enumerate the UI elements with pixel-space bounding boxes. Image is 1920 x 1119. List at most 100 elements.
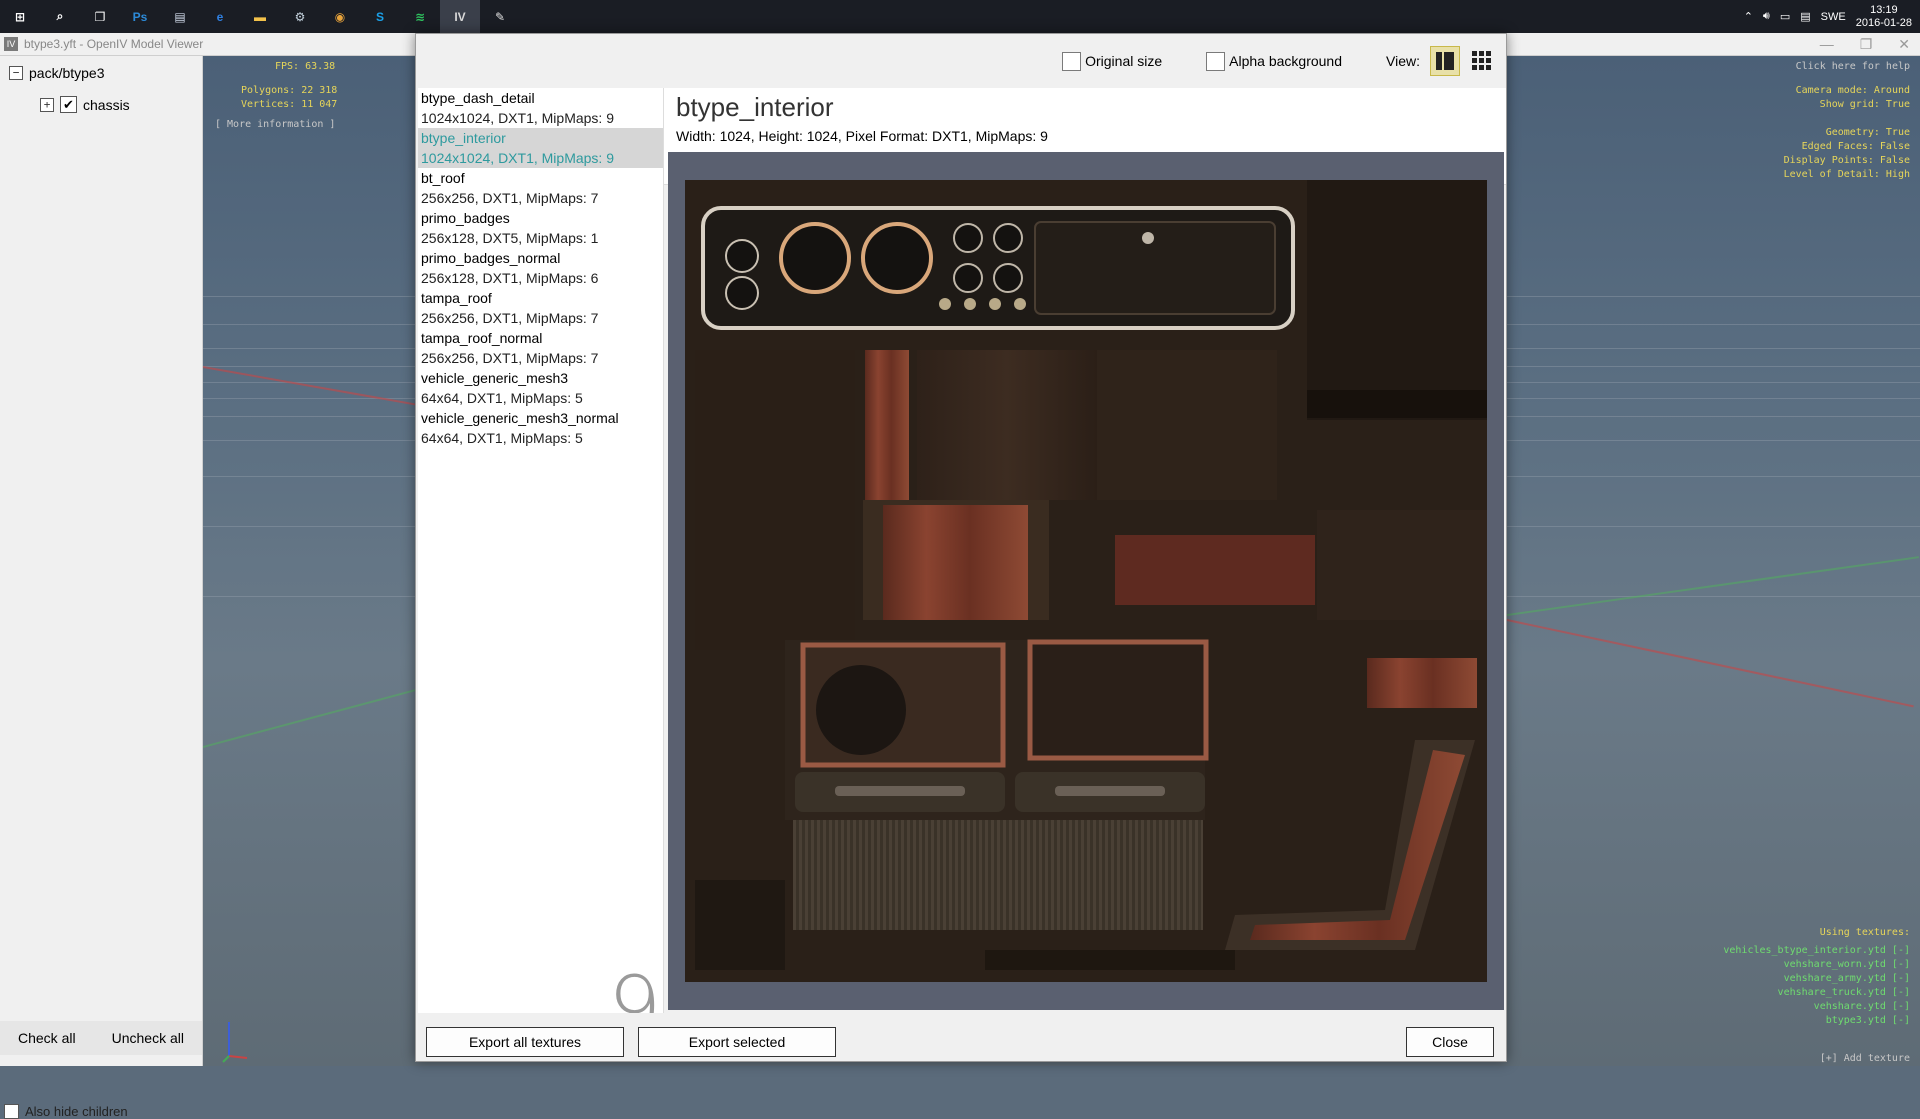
texture-list-item[interactable]: tampa_roof 256x256, DXT1, MipMaps: 7 xyxy=(418,288,663,328)
view-single-button[interactable] xyxy=(1430,46,1460,76)
close-button[interactable]: Close xyxy=(1406,1027,1494,1057)
texture-details: Width: 1024, Height: 1024, Pixel Format:… xyxy=(676,128,1048,144)
alpha-background-label: Alpha background xyxy=(1229,53,1343,69)
polygons-readout: Polygons: 22 318 xyxy=(241,85,338,96)
checkmark-icon: ✔ xyxy=(63,96,74,112)
tree-root[interactable]: − pack/btype3 xyxy=(9,65,105,81)
taskbar: ⊞ ⌕ ❐ Ps ▤ e ▬ ⚙ ◉ S ≋ IV ✎ ⌃ 🔊︎ ▭ ▤ SWE 13:19 2016-… xyxy=(0,0,1920,33)
texture-list: btype_dash_detail 1024x1024, DXT1, MipMap… xyxy=(418,88,664,1013)
tree-item-chassis[interactable]: + ✔ chassis xyxy=(40,96,130,113)
texture-dictionary-item[interactable]: vehshare_truck.ytd [-] xyxy=(1723,986,1910,1000)
vertices-readout: Vertices: 11 047 xyxy=(241,99,338,110)
language-indicator[interactable]: SWE xyxy=(1821,11,1846,23)
texture-preview-area xyxy=(668,152,1504,1010)
texture-dictionary-list: vehicles_btype_interior.ytd [-] vehshare_… xyxy=(1723,944,1910,1028)
texture-dictionary-item[interactable]: btype3.ytd [-] xyxy=(1723,1014,1910,1028)
expand-icon[interactable]: + xyxy=(40,97,54,112)
texture-list-item[interactable]: tampa_roof_normal 256x256, DXT1, MipMaps:… xyxy=(418,328,663,368)
texture-preview-image xyxy=(685,180,1487,982)
dialog-toolbar: Original size Alpha background View: xyxy=(416,34,1506,88)
taskbar-app-0[interactable]: ⊞ xyxy=(0,0,40,33)
restore-icon[interactable]: ❐ xyxy=(1860,36,1873,53)
texture-list-item[interactable]: vehicle_generic_mesh3 64x64, DXT1, MipMap… xyxy=(418,368,663,408)
taskbar-app-1[interactable]: ⌕ xyxy=(40,0,80,33)
export-all-textures-button[interactable]: Export all textures xyxy=(426,1027,624,1057)
taskbar-app-7[interactable]: ⚙ xyxy=(280,0,320,33)
texture-dictionary-item[interactable]: vehicles_btype_interior.ytd [-] xyxy=(1723,944,1910,958)
texture-list-item[interactable]: primo_badges 256x128, DXT5, MipMaps: 1 xyxy=(418,208,663,248)
close-icon[interactable]: ✕ xyxy=(1898,36,1910,53)
texture-name: primo_badges xyxy=(421,210,510,226)
original-size-checkbox[interactable] xyxy=(1062,51,1082,71)
texture-dictionary-item[interactable]: vehshare_worn.ytd [-] xyxy=(1723,958,1910,972)
taskbar-app-12[interactable]: ✎ xyxy=(480,0,520,33)
texture-dictionary-item[interactable]: vehshare_army.ytd [-] xyxy=(1723,972,1910,986)
hide-children-option[interactable]: Also hide children xyxy=(4,1104,128,1119)
add-texture-link[interactable]: [+] Add texture xyxy=(1820,1052,1910,1066)
tree-item-label: chassis xyxy=(83,96,130,113)
collapse-icon[interactable]: − xyxy=(9,66,23,80)
texture-info: 256x128, DXT1, MipMaps: 6 xyxy=(421,270,599,286)
texture-name: primo_badges_normal xyxy=(421,250,561,266)
steam-icon: ⚙ xyxy=(294,9,306,24)
taskbar-app-9[interactable]: S xyxy=(360,0,400,33)
clock-date: 2016-01-28 xyxy=(1855,16,1912,29)
taskbar-apps: ⊞ ⌕ ❐ Ps ▤ e ▬ ⚙ ◉ S ≋ IV ✎ xyxy=(0,0,520,33)
taskbar-app-3[interactable]: Ps xyxy=(120,0,160,33)
volume-icon[interactable]: 🔊︎ xyxy=(1763,10,1770,23)
help-link[interactable]: Click here for help xyxy=(1796,60,1910,74)
texture-name: vehicle_generic_mesh3 xyxy=(421,370,569,386)
alpha-background-checkbox[interactable] xyxy=(1206,51,1226,71)
using-textures-label: Using textures: xyxy=(1819,927,1910,938)
texture-name: tampa_roof_normal xyxy=(421,330,543,346)
texture-list-item[interactable]: vehicle_generic_mesh3_normal 64x64, DXT1,… xyxy=(418,408,663,448)
chassis-checkbox[interactable]: ✔ xyxy=(60,96,77,113)
taskbar-app-2[interactable]: ❐ xyxy=(80,0,120,33)
uncheck-all-button[interactable]: Uncheck all xyxy=(112,1030,184,1046)
edge-icon: e xyxy=(216,9,224,24)
mipmap-count-watermark: 9 xyxy=(608,958,662,1013)
taskbar-app-10[interactable]: ≋ xyxy=(400,0,440,33)
task-view-icon: ❐ xyxy=(94,9,106,24)
clock[interactable]: 13:19 2016-01-28 xyxy=(1856,4,1912,30)
texture-info: 256x256, DXT1, MipMaps: 7 xyxy=(421,310,599,326)
texture-list-item[interactable]: bt_roof 256x256, DXT1, MipMaps: 7 xyxy=(418,168,663,208)
more-information-link[interactable]: [ More information ] xyxy=(215,118,335,132)
grid-view-icon xyxy=(1472,51,1491,70)
taskbar-app-8[interactable]: ◉ xyxy=(320,0,360,33)
export-selected-button[interactable]: Export selected xyxy=(638,1027,836,1057)
fps-readout: FPS: 63.38 xyxy=(275,61,336,72)
media-app-icon: ▤ xyxy=(174,9,186,24)
texture-list-item[interactable]: primo_badges_normal 256x128, DXT1, MipMap… xyxy=(418,248,663,288)
view-grid-button[interactable] xyxy=(1468,47,1496,75)
texture-title: btype_interior xyxy=(676,92,834,122)
texture-dictionary-item[interactable]: vehshare.ytd [-] xyxy=(1723,1000,1910,1014)
texture-list-item[interactable]: btype_dash_detail 1024x1024, DXT1, MipMap… xyxy=(418,88,663,128)
texture-name: vehicle_generic_mesh3_normal xyxy=(421,410,619,426)
view-label: View: xyxy=(1386,53,1420,69)
texture-info: 1024x1024, DXT1, MipMaps: 9 xyxy=(421,110,614,126)
texture-info: 1024x1024, DXT1, MipMaps: 9 xyxy=(421,150,614,166)
hide-children-label: Also hide children xyxy=(25,1104,128,1119)
chrome-icon: ◉ xyxy=(334,9,346,24)
check-all-button[interactable]: Check all xyxy=(18,1030,76,1046)
texture-name: btype_interior xyxy=(421,130,506,146)
hide-children-checkbox[interactable] xyxy=(4,1104,19,1119)
taskbar-app-5[interactable]: e xyxy=(200,0,240,33)
network-icon[interactable]: ▭ xyxy=(1780,10,1790,23)
minimize-icon[interactable]: — xyxy=(1820,36,1834,52)
texture-viewer-dialog: Original size Alpha background View: bty… xyxy=(415,33,1507,1062)
render-settings[interactable]: Camera mode: Around Show grid: True Geom… xyxy=(1784,84,1910,182)
taskbar-app-11[interactable]: IV xyxy=(440,0,480,33)
chevron-up-icon[interactable]: ⌃ xyxy=(1744,10,1753,23)
notifications-icon[interactable]: ▤ xyxy=(1800,10,1810,23)
taskbar-app-6[interactable]: ▬ xyxy=(240,0,280,33)
taskbar-app-4[interactable]: ▤ xyxy=(160,0,200,33)
texture-list-item[interactable]: btype_interior 1024x1024, DXT1, MipMaps: … xyxy=(418,128,663,168)
openiv-app-icon: IV xyxy=(4,37,18,51)
texture-name: tampa_roof xyxy=(421,290,492,306)
texture-info: 256x128, DXT5, MipMaps: 1 xyxy=(421,230,599,246)
original-size-option[interactable]: Original size xyxy=(1062,51,1162,71)
alpha-background-option[interactable]: Alpha background xyxy=(1206,51,1343,71)
axis-gizmo-icon xyxy=(221,1016,251,1066)
